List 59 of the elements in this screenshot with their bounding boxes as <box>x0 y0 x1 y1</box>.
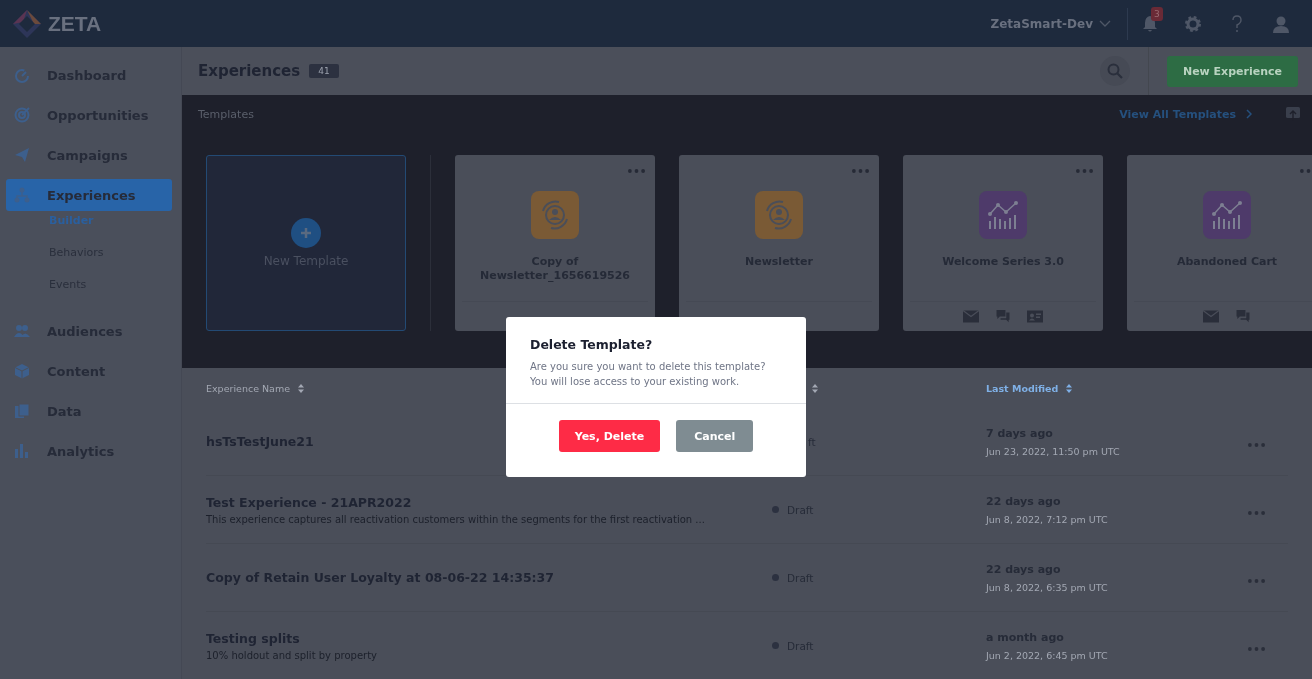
chevron-down-icon[interactable] <box>1099 19 1111 28</box>
confirm-delete-button[interactable]: Yes, Delete <box>558 420 661 452</box>
people-icon <box>14 323 30 339</box>
chat-icon <box>1235 310 1251 323</box>
envelope-icon <box>963 310 979 323</box>
sort-icon[interactable] <box>298 383 305 393</box>
column-header[interactable]: Experience Name <box>206 382 291 394</box>
section-title: Templates <box>198 107 254 121</box>
chat-icon <box>995 310 1011 323</box>
status-dot <box>772 574 779 581</box>
more-icon[interactable] <box>1248 647 1265 651</box>
upload-icon[interactable] <box>1286 107 1300 121</box>
timestamp: Jun 8, 2022, 7:12 pm UTC <box>986 513 1109 525</box>
timestamp: Jun 2, 2022, 6:45 pm UTC <box>986 649 1109 661</box>
column-header[interactable]: Last Modified <box>986 382 1059 394</box>
user-cycle-icon <box>531 191 579 239</box>
contact-card-icon <box>1027 310 1043 323</box>
account-selector[interactable]: ZetaSmart-Dev <box>990 16 1093 31</box>
plane-icon <box>14 147 30 163</box>
diamond-logo-icon <box>12 8 42 39</box>
sidebar-subitem[interactable]: Builder <box>0 211 181 243</box>
more-icon[interactable] <box>1248 443 1265 447</box>
status-dot <box>772 506 779 513</box>
cube-icon <box>14 363 30 379</box>
gauge-icon <box>14 67 30 83</box>
status-dot <box>772 642 779 649</box>
more-icon[interactable] <box>1300 169 1312 173</box>
more-icon[interactable] <box>1248 579 1265 583</box>
timestamp: Jun 8, 2022, 6:35 pm UTC <box>986 581 1109 593</box>
cancel-button[interactable]: Cancel <box>676 420 754 452</box>
target-icon <box>14 107 30 123</box>
new-experience-button[interactable]: New Experience <box>1166 55 1298 87</box>
sort-icon[interactable] <box>1066 383 1073 393</box>
tree-icon <box>14 187 30 203</box>
settings-icon[interactable] <box>1184 14 1202 33</box>
timestamp: Jun 23, 2022, 11:50 pm UTC <box>986 445 1121 457</box>
user-cycle-icon <box>755 191 803 239</box>
sort-icon[interactable] <box>812 383 818 393</box>
more-icon[interactable] <box>628 169 645 173</box>
notification-count: 3 <box>1151 6 1163 21</box>
view-all-link[interactable]: View All Templates <box>1119 107 1236 121</box>
search-button[interactable] <box>1099 56 1130 86</box>
count-badge: 41 <box>309 64 339 78</box>
more-icon[interactable] <box>1248 511 1265 515</box>
chart-icon <box>1203 191 1251 239</box>
search-icon[interactable] <box>1106 63 1123 79</box>
chart-icon <box>979 191 1027 239</box>
dialog-message: Are you sure you want to delete this template? You will lose access to your existing work. <box>529 360 767 389</box>
more-icon[interactable] <box>1076 169 1093 173</box>
more-icon[interactable] <box>852 169 869 173</box>
brand-name: ZETA <box>48 11 102 36</box>
pages-icon <box>14 403 30 419</box>
chevron-right-icon[interactable] <box>1246 109 1252 119</box>
sidebar-item[interactable]: Experiences <box>6 179 172 211</box>
plus-icon <box>291 218 321 248</box>
envelope-icon <box>1203 310 1219 323</box>
bars-icon <box>14 443 30 459</box>
user-icon[interactable] <box>1272 14 1290 33</box>
dialog-title: Delete Template? <box>529 336 654 352</box>
